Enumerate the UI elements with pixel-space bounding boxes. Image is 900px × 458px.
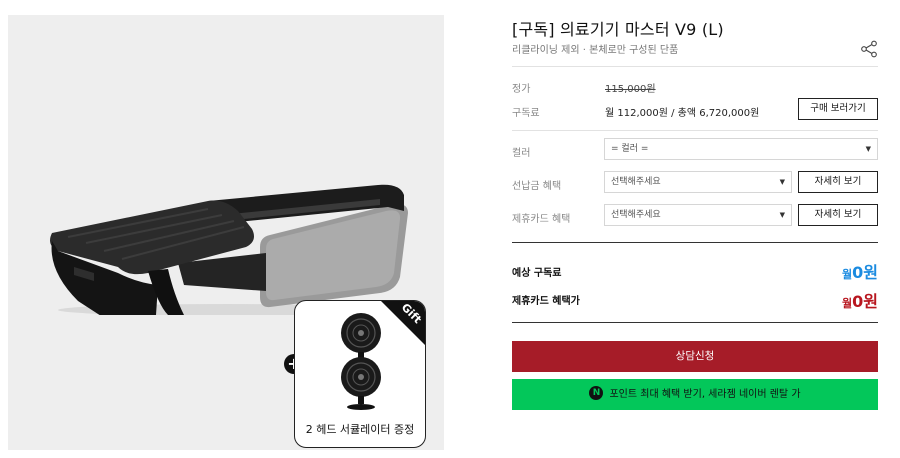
naver-logo-icon: N (589, 386, 604, 400)
subscription-value: 월 112,000원 / 총액 6,720,000원 (605, 108, 760, 119)
expected-fee-amount: 0원 (852, 263, 878, 282)
gift-caption: 2 헤드 서큘레이터 증정 (305, 423, 415, 436)
divider (512, 242, 878, 243)
card-benefit-select-value: 선택해주세요 (611, 210, 661, 220)
gift-card: Gift 2 헤드 서큘레이터 증정 (294, 300, 426, 448)
color-select-value: = 컬러 = (611, 144, 649, 154)
prepay-select[interactable]: 선택해주세요 ▼ (604, 171, 792, 193)
card-price-label: 제휴카드 혜택가 (512, 296, 580, 307)
regular-price-value: 115,000원 (605, 84, 656, 95)
product-info: [구독] 의료기기 마스터 V9 (L) 리클라이닝 제외 · 본체로만 구성된… (512, 0, 878, 458)
divider (512, 130, 878, 131)
prepay-select-value: 선택해주세요 (611, 177, 661, 187)
expected-fee-unit: 월 (842, 268, 853, 281)
card-price-unit: 월 (842, 297, 853, 310)
divider (512, 322, 878, 323)
card-benefit-label: 제휴카드 혜택 (512, 214, 571, 225)
chevron-down-icon: ▼ (779, 211, 785, 219)
chevron-down-icon: ▼ (865, 145, 871, 153)
card-price-value: 월0원 (842, 288, 878, 312)
product-title: [구독] 의료기기 마스터 V9 (L) (512, 20, 724, 39)
naver-rental-button[interactable]: N 포인트 최대 혜택 받기, 세라젬 네이버 렌탈 가 (512, 379, 878, 410)
subscription-label: 구독료 (512, 108, 540, 119)
expected-fee-value: 월0원 (842, 259, 878, 283)
product-subtitle: 리클라이닝 제외 · 본체로만 구성된 단품 (512, 45, 679, 56)
prepay-detail-button[interactable]: 자세히 보기 (798, 171, 878, 193)
regular-price-label: 정가 (512, 84, 531, 95)
card-price-amount: 0원 (852, 292, 878, 311)
expected-fee-label: 예상 구독료 (512, 268, 562, 279)
circulator-fan-image (341, 313, 381, 410)
naver-rental-label: 포인트 최대 혜택 받기, 세라젬 네이버 렌탈 가 (609, 389, 801, 400)
divider (512, 66, 878, 67)
chevron-down-icon: ▼ (779, 178, 785, 186)
card-benefit-select[interactable]: 선택해주세요 ▼ (604, 204, 792, 226)
product-image-panel: + Gift 2 헤드 서큘레이터 증정 (8, 15, 444, 450)
prepay-label: 선납금 혜택 (512, 181, 562, 192)
color-label: 컬러 (512, 148, 531, 159)
consult-button[interactable]: 상담신청 (512, 341, 878, 372)
color-select[interactable]: = 컬러 = ▼ (604, 138, 878, 160)
share-icon[interactable] (860, 40, 878, 58)
card-detail-button[interactable]: 자세히 보기 (798, 204, 878, 226)
buy-button[interactable]: 구매 보러가기 (798, 98, 878, 120)
product-image (50, 184, 408, 315)
